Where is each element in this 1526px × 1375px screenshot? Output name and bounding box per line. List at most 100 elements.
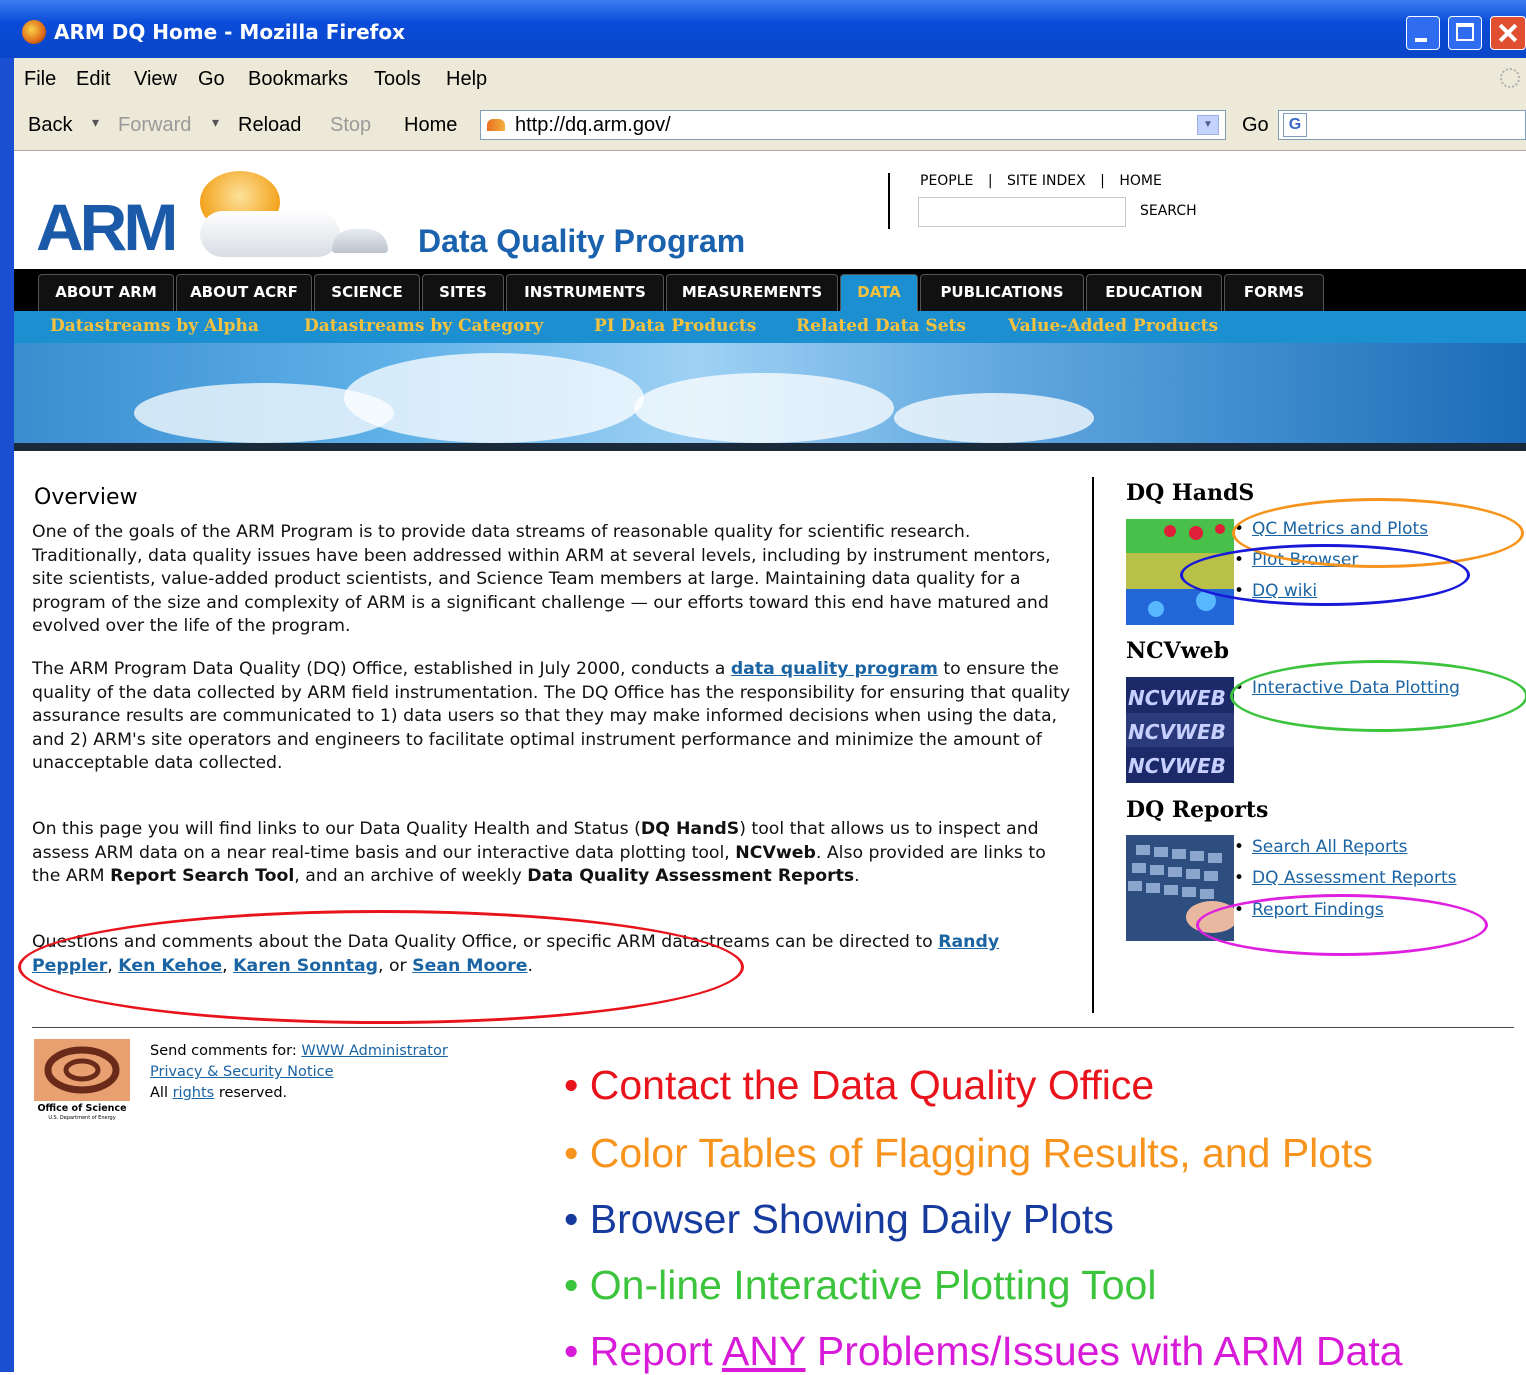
top-links: PEOPLE | SITE INDEX | HOME [920, 173, 1172, 189]
list-item: Report Findings [1234, 900, 1384, 920]
tab-science[interactable]: SCIENCE [314, 274, 420, 311]
overview-paragraph-2: The ARM Program Data Quality (DQ) Office… [32, 658, 1072, 776]
tab-sites[interactable]: SITES [422, 274, 504, 311]
search-button[interactable]: SEARCH [1140, 203, 1197, 219]
people-link[interactable]: PEOPLE [920, 173, 973, 189]
tab-about-acrf[interactable]: ABOUT ACRF [176, 274, 312, 311]
tab-education[interactable]: EDUCATION [1086, 274, 1222, 311]
subnav-pi-data-products[interactable]: PI Data Products [594, 316, 756, 336]
list-item: Interactive Data Plotting [1234, 678, 1460, 698]
throbber-icon [1500, 68, 1520, 88]
home-link[interactable]: HOME [1119, 173, 1161, 189]
banner-bottom-bar [14, 443, 1526, 451]
bullet-report-any: ANY [721, 1328, 806, 1374]
p4-text: Questions and comments about the Data Qu… [32, 932, 939, 952]
list-item: DQ Assessment Reports [1234, 868, 1457, 888]
reload-button[interactable]: Reload [238, 114, 301, 137]
home-button[interactable]: Home [404, 114, 457, 137]
dq-hands-thumbnail[interactable] [1126, 519, 1234, 625]
tab-data[interactable]: DATA [840, 274, 918, 311]
tab-forms[interactable]: FORMS [1224, 274, 1324, 311]
sidebar-divider [1092, 477, 1094, 1013]
stop-button[interactable]: Stop [330, 114, 371, 137]
privacy-notice-link[interactable]: Privacy & Security Notice [150, 1064, 334, 1080]
arm-logo[interactable]: ARM [36, 189, 178, 265]
search-all-reports-link[interactable]: Search All Reports [1252, 837, 1408, 857]
url-text[interactable]: http://dq.arm.gov/ [515, 114, 671, 137]
overview-paragraph-4: Questions and comments about the Data Qu… [32, 931, 1072, 978]
p3-text: On this page you will find links to our … [32, 819, 641, 839]
tab-measurements[interactable]: MEASUREMENTS [666, 274, 838, 311]
banner-cloud [344, 353, 644, 443]
bullet-contact: • Contact the Data Quality Office [564, 1062, 1155, 1108]
menu-help[interactable]: Help [446, 68, 487, 91]
sub-navigation: Datastreams by Alpha Datastreams by Cate… [14, 311, 1526, 343]
contact-link-kehoe[interactable]: Ken Kehoe [118, 956, 222, 976]
list-item: DQ wiki [1234, 581, 1317, 601]
menu-edit[interactable]: Edit [76, 68, 110, 91]
p3-text: , and an archive of weekly [294, 866, 528, 886]
menu-tools[interactable]: Tools [374, 68, 421, 91]
navigation-toolbar: Back ▾ Forward ▾ Reload Stop Home http:/… [14, 100, 1526, 151]
dq-reports-thumbnail[interactable] [1126, 835, 1234, 941]
bullet-color-tables-text: Color Tables of Flagging Results, and Pl… [589, 1130, 1373, 1176]
bullet-plotting-tool-text: On-line Interactive Plotting Tool [589, 1262, 1157, 1308]
google-search-icon: G [1283, 113, 1307, 137]
overview-paragraph-1: One of the goals of the ARM Program is t… [32, 522, 1051, 636]
back-button[interactable]: Back [28, 114, 72, 137]
report-findings-link[interactable]: Report Findings [1252, 900, 1384, 920]
contact-link-sonntag[interactable]: Karen Sonntag [233, 956, 378, 976]
go-button[interactable]: Go [1242, 114, 1269, 137]
menu-go[interactable]: Go [198, 68, 225, 91]
ncvweb-thumb-text: NCVWEB [1128, 686, 1226, 710]
subnav-related-data-sets[interactable]: Related Data Sets [796, 316, 966, 336]
office-of-science-logo[interactable]: Office of Science U.S. Department of Ene… [34, 1039, 130, 1121]
interactive-data-plotting-link[interactable]: Interactive Data Plotting [1252, 678, 1460, 698]
www-admin-link[interactable]: WWW Administrator [301, 1043, 447, 1059]
bullet-report-text: Problems/Issues with ARM Data [805, 1328, 1403, 1374]
all-text: All [150, 1085, 173, 1101]
menu-bookmarks[interactable]: Bookmarks [248, 68, 348, 91]
maximize-button[interactable] [1448, 16, 1482, 50]
site-favicon-icon [487, 119, 505, 131]
footer-line-3: All rights reserved. [150, 1083, 448, 1104]
url-dropdown-icon[interactable]: ▼ [1197, 115, 1219, 135]
contact-link-moore[interactable]: Sean Moore [412, 956, 527, 976]
tab-instruments[interactable]: INSTRUMENTS [506, 274, 664, 311]
subnav-datastreams-category[interactable]: Datastreams by Category [304, 316, 543, 336]
qc-metrics-link[interactable]: QC Metrics and Plots [1252, 519, 1428, 539]
web-page: ARM Data Quality Program PEOPLE | SITE I… [14, 151, 1526, 1372]
menu-file[interactable]: File [24, 68, 56, 91]
close-button[interactable] [1490, 16, 1526, 50]
url-bar[interactable]: http://dq.arm.gov/ ▼ [480, 110, 1226, 140]
menu-view[interactable]: View [134, 68, 177, 91]
dq-assessment-reports-link[interactable]: DQ Assessment Reports [1252, 868, 1456, 888]
menu-bar: File Edit View Go Bookmarks Tools Help [14, 58, 1526, 100]
bullet-plotting-tool: • On-line Interactive Plotting Tool [564, 1262, 1157, 1308]
dq-hands-text: DQ HandS [640, 819, 740, 839]
site-search-input[interactable] [918, 197, 1126, 227]
subnav-value-added-products[interactable]: Value-Added Products [1008, 316, 1218, 336]
back-dropdown-icon[interactable]: ▾ [92, 114, 99, 131]
ncvweb-heading: NCVweb [1126, 638, 1230, 664]
dq-hands-heading: DQ HandS [1126, 480, 1255, 506]
forward-dropdown-icon[interactable]: ▾ [212, 114, 219, 131]
dq-wiki-link[interactable]: DQ wiki [1252, 581, 1317, 601]
firefox-icon [22, 20, 46, 44]
rights-link[interactable]: rights [173, 1085, 215, 1101]
forward-button[interactable]: Forward [118, 114, 191, 137]
tab-about-arm[interactable]: ABOUT ARM [38, 274, 174, 311]
p4-text: . [527, 955, 534, 976]
report-search-tool-text: Report Search Tool [110, 866, 295, 886]
data-quality-program-link[interactable]: data quality program [731, 659, 938, 679]
tab-publications[interactable]: PUBLICATIONS [920, 274, 1084, 311]
plot-browser-link[interactable]: Plot Browser [1252, 550, 1358, 570]
google-search-field[interactable]: G [1278, 110, 1526, 140]
site-index-link[interactable]: SITE INDEX [1007, 173, 1086, 189]
minimize-button[interactable] [1406, 16, 1440, 50]
subnav-datastreams-alpha[interactable]: Datastreams by Alpha [50, 316, 259, 336]
ncvweb-thumbnail[interactable]: NCVWEB NCVWEB NCVWEB [1126, 677, 1234, 783]
bullet-report-text: Report [589, 1328, 722, 1374]
ncvweb-thumb-text: NCVWEB [1128, 720, 1226, 744]
separator: | [1100, 173, 1105, 189]
